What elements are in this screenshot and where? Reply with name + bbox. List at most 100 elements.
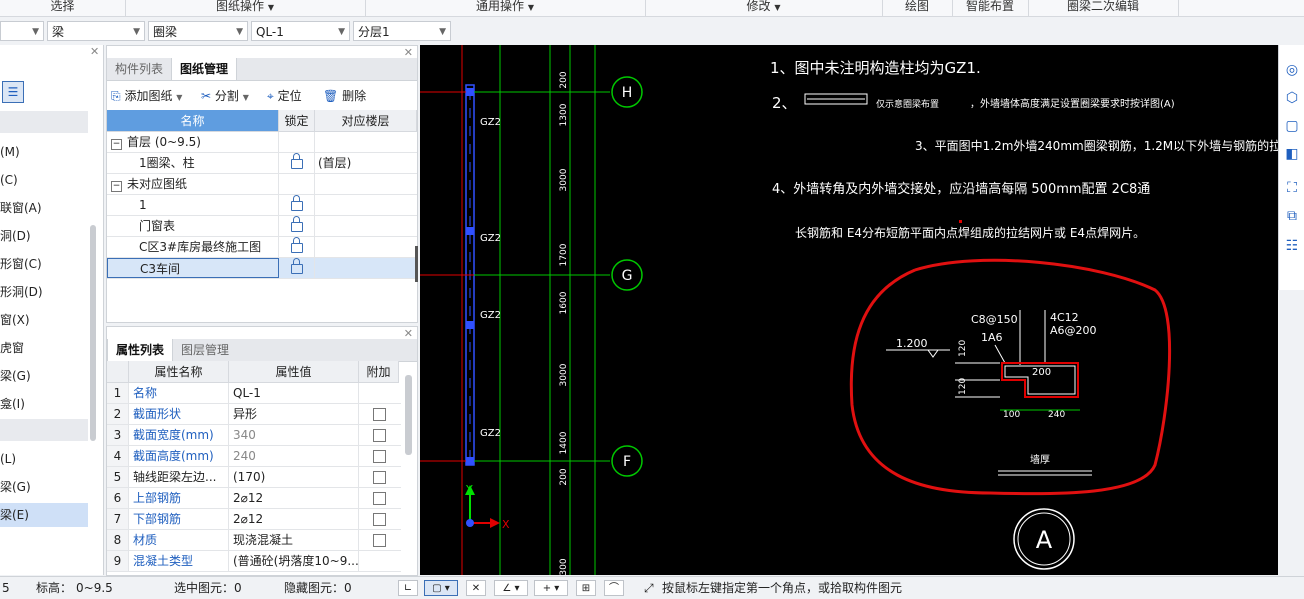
tree-item[interactable]: 带形洞(D) (0, 280, 88, 304)
tree-item[interactable]: 带形窗(C) (0, 252, 88, 276)
property-value[interactable]: (170) (229, 467, 359, 487)
tree-item[interactable]: 连梁(G) (0, 475, 88, 499)
curve-button[interactable]: ⌒ (604, 580, 624, 596)
table-row[interactable]: C区3#库房最终施工图 (107, 237, 417, 258)
lock-icon[interactable] (290, 195, 303, 211)
type-select[interactable]: 圈梁 ▼ (148, 21, 248, 41)
property-value[interactable]: 340 (229, 425, 359, 445)
zoom-extents-icon[interactable]: ⛶ (1283, 179, 1301, 197)
panel-splitter-handle[interactable] (415, 246, 418, 282)
column-header-prop-name[interactable]: 属性名称 (129, 361, 229, 383)
ribbon-group-drawing[interactable]: 图纸操作 ▼ (125, 0, 366, 16)
extra-checkbox[interactable] (372, 492, 386, 505)
close-icon[interactable]: ✕ (90, 45, 99, 58)
floor-cell[interactable] (315, 237, 417, 257)
table-row[interactable]: C3车间 (107, 258, 417, 279)
delete-button[interactable]: 🗑 删除 (323, 86, 366, 106)
tree-item[interactable]: 门联窗(A) (0, 196, 88, 220)
tab-layer-manager[interactable]: 图层管理 (173, 339, 237, 361)
lock-icon[interactable] (290, 258, 303, 274)
floor-select[interactable]: ▼ (0, 21, 44, 41)
lock-icon[interactable] (290, 216, 303, 232)
lock-icon[interactable] (290, 153, 303, 169)
property-row[interactable]: 4 截面高度(mm) 240 (107, 446, 401, 467)
collapse-toggle-icon[interactable]: − (111, 181, 122, 192)
property-row[interactable]: 5 轴线距梁左边... (170) (107, 467, 401, 488)
add-drawing-button[interactable]: ⎘ 添加图纸 ▼ (111, 86, 182, 106)
floor-cell[interactable] (315, 258, 417, 278)
tree-item[interactable]: 梁(L) (0, 447, 88, 471)
tab-drawing-manager[interactable]: 图纸管理 (171, 58, 238, 80)
tree-item[interactable]: 墙洞(D) (0, 224, 88, 248)
extra-checkbox[interactable] (372, 408, 386, 421)
snap-button[interactable]: ▢ ▾ (424, 580, 458, 596)
table-row[interactable]: − 未对应图纸 (107, 174, 417, 195)
tree-item[interactable]: 过梁(G) (0, 364, 88, 388)
property-value[interactable]: QL-1 (229, 383, 359, 403)
top-view-icon[interactable]: ▢ (1283, 117, 1301, 135)
property-scrollbar[interactable] (405, 375, 412, 455)
ribbon-group-smart[interactable]: 智能布置 (952, 0, 1029, 16)
floor-cell[interactable]: (首层) (315, 153, 417, 173)
lock-icon[interactable] (290, 237, 303, 253)
ribbon-group-modify[interactable]: 修改 ▼ (645, 0, 883, 16)
table-row[interactable]: 1 (107, 195, 417, 216)
tab-property-list[interactable]: 属性列表 (107, 339, 174, 361)
layer-select[interactable]: 分层1 ▼ (353, 21, 451, 41)
offset-button[interactable]: + ▾ (534, 580, 568, 596)
category-select[interactable]: 梁 ▼ (47, 21, 145, 41)
table-row[interactable]: 1圈梁、柱 (首层) (107, 153, 417, 174)
box-select-icon[interactable]: ⧉ (1283, 207, 1301, 225)
floor-cell[interactable] (315, 216, 417, 236)
property-row[interactable]: 1 名称 QL-1 (107, 383, 401, 404)
split-button[interactable]: ✂ 分割 ▼ (201, 86, 249, 106)
extra-checkbox[interactable] (372, 450, 386, 463)
layer-display-button[interactable]: ⊞ (576, 580, 596, 596)
tree-item[interactable]: 圈梁(E) (0, 503, 88, 527)
tree-item[interactable]: 老虎窗 (0, 336, 88, 360)
floor-cell[interactable] (315, 195, 417, 215)
column-header-name[interactable]: 名称 (107, 110, 279, 132)
orbit-icon[interactable]: ◎ (1283, 61, 1301, 79)
property-row[interactable]: 7 下部钢筋 2⌀12 (107, 509, 401, 530)
tree-item[interactable]: 门(M) (0, 140, 88, 164)
property-value[interactable]: 现浇混凝土 (229, 530, 359, 550)
tree-item[interactable]: 壁龛(I) (0, 392, 88, 416)
tree-scrollbar[interactable] (90, 225, 96, 441)
3d-view-icon[interactable]: ⬡ (1283, 89, 1301, 107)
tree-item[interactable]: 窗(C) (0, 168, 88, 192)
property-view-icon[interactable]: ☷ (1283, 237, 1301, 255)
extra-checkbox[interactable] (372, 471, 386, 484)
column-header-floor[interactable]: 对应楼层 (315, 110, 417, 132)
ribbon-group-common[interactable]: 通用操作 ▼ (365, 0, 646, 16)
property-value[interactable]: 240 (229, 446, 359, 466)
column-header-lock[interactable]: 锁定 (279, 110, 315, 132)
property-row[interactable]: 8 材质 现浇混凝土 (107, 530, 401, 551)
collapse-toggle-icon[interactable]: − (111, 139, 122, 150)
property-row[interactable]: 3 截面宽度(mm) 340 (107, 425, 401, 446)
angle-button[interactable]: ∠ ▾ (494, 580, 528, 596)
extra-checkbox[interactable] (372, 534, 386, 547)
floor-cell[interactable] (315, 132, 417, 152)
property-value[interactable]: 2⌀12 (229, 488, 359, 508)
property-row[interactable]: 9 混凝土类型 (普通砼(坍落度10~9... (107, 551, 401, 572)
ribbon-group-draw[interactable]: 绘图 (882, 0, 953, 16)
ribbon-group-select[interactable]: 选择 (0, 0, 126, 16)
property-value[interactable]: 异形 (229, 404, 359, 424)
list-view-icon[interactable]: ☰ (2, 81, 24, 103)
tree-item[interactable]: 飘窗(X) (0, 308, 88, 332)
tab-component-list[interactable]: 构件列表 (107, 58, 171, 80)
column-header-extra[interactable]: 附加 (359, 361, 399, 383)
locate-button[interactable]: ⌖ 定位 (267, 86, 302, 106)
ortho-button[interactable]: ∟ (398, 580, 418, 596)
table-row[interactable]: − 首层 (0~9.5) (107, 132, 417, 153)
cross-select-button[interactable]: ✕ (466, 580, 486, 596)
cad-canvas[interactable]: GZ2 GZ2 GZ2 GZ2 200 1300 3000 1700 1600 3000 1… (420, 45, 1278, 575)
column-header-prop-value[interactable]: 属性值 (229, 361, 359, 383)
cube-view-icon[interactable]: ◧ (1283, 145, 1301, 163)
property-row[interactable]: 2 截面形状 异形 (107, 404, 401, 425)
component-select[interactable]: QL-1 ▼ (251, 21, 350, 41)
property-row[interactable]: 6 上部钢筋 2⌀12 (107, 488, 401, 509)
table-row[interactable]: 门窗表 (107, 216, 417, 237)
property-value[interactable]: 2⌀12 (229, 509, 359, 529)
